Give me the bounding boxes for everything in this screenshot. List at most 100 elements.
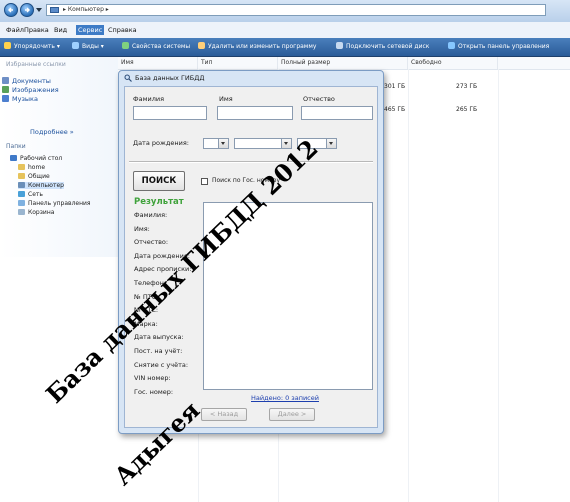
toolbar-button[interactable]: Открыть панель управления — [448, 42, 549, 52]
network-icon — [18, 191, 25, 197]
back-arrow-icon — [8, 7, 13, 13]
documents-icon — [2, 77, 9, 84]
result-field-label: Фамилия: — [134, 211, 168, 219]
tree-item[interactable]: Сеть — [18, 191, 43, 198]
address-bar-area: ▸ Компьютер ▸ — [0, 0, 570, 23]
address-path: ▸ Компьютер ▸ — [63, 6, 109, 13]
window-titlebar[interactable]: База данных ГИБДД — [119, 71, 383, 85]
result-field-label: Гос. номер: — [134, 387, 174, 396]
forward-button[interactable] — [20, 3, 34, 17]
drive-free-space: 273 ГБ — [456, 83, 478, 90]
column-header-free[interactable]: Свободно — [408, 57, 498, 69]
favorite-link[interactable]: Документы — [2, 77, 51, 85]
tree-item-label: Общие — [28, 173, 50, 180]
gibdd-database-window: База данных ГИБДД Фамилия Имя Отчество Д… — [118, 70, 384, 434]
prev-page-button[interactable]: < Назад — [201, 408, 247, 421]
favorite-link-label: Изображения — [12, 86, 59, 94]
drive-total-size: 465 ГБ — [384, 106, 406, 113]
result-field-label: Имя: — [134, 224, 150, 233]
pictures-icon — [2, 86, 9, 93]
control-panel-icon — [18, 200, 25, 206]
window-content: Фамилия Имя Отчество Дата рождения: ПОИС… — [124, 86, 378, 428]
column-header-row: Имя Тип Полный размер Свободно — [118, 57, 570, 70]
toolbar-button-label: Подключить сетевой диск — [346, 43, 430, 50]
toolbar-button-label: Удалить или изменить программу — [208, 43, 317, 50]
system-properties-icon — [122, 42, 129, 49]
name-label: Имя — [219, 95, 233, 103]
result-field-label: Дата выпуска: — [134, 333, 184, 342]
column-header-name[interactable]: Имя — [118, 57, 198, 69]
tree-item-label: Сеть — [28, 191, 43, 198]
more-link[interactable]: Подробнее » — [30, 128, 74, 136]
views-icon — [72, 42, 79, 49]
back-button[interactable] — [4, 3, 18, 17]
tree-item-label: Панель управления — [28, 200, 91, 207]
network-drive-icon — [336, 42, 343, 49]
history-dropdown-icon[interactable] — [36, 8, 42, 12]
computer-icon — [50, 7, 59, 13]
favorite-link[interactable]: Изображения — [2, 86, 59, 94]
control-panel-icon — [448, 42, 455, 49]
tree-item-label: Компьютер — [28, 182, 64, 189]
column-header-total[interactable]: Полный размер — [278, 57, 408, 69]
result-field-label: Отчество: — [134, 238, 169, 247]
menu-item[interactable]: Правка — [22, 25, 51, 35]
results-title: Результат — [134, 197, 184, 207]
column-divider — [498, 69, 499, 502]
divider — [129, 161, 373, 163]
folder-icon — [18, 164, 25, 170]
folders-header: Папки — [6, 143, 26, 150]
patronymic-label: Отчество — [303, 95, 335, 103]
chevron-down-icon — [218, 139, 228, 148]
plate-search-checkbox[interactable] — [201, 178, 208, 185]
uninstall-icon — [198, 42, 205, 49]
favorite-link-label: Музыка — [12, 95, 38, 103]
toolbar-button[interactable]: Упорядочить ▾ — [4, 42, 60, 52]
menu-item[interactable]: Вид — [52, 25, 69, 35]
folder-icon — [18, 173, 25, 179]
toolbar-button[interactable]: Виды ▾ — [72, 42, 104, 52]
found-count-link[interactable]: Найдено: 0 записей — [251, 394, 319, 402]
desktop-icon — [10, 155, 17, 161]
name-input[interactable] — [217, 106, 293, 120]
column-header-type[interactable]: Тип — [198, 57, 278, 69]
tree-item[interactable]: Рабочий стол — [10, 155, 62, 162]
toolbar-button[interactable]: Свойства системы — [122, 42, 190, 52]
toolbar-button-label: Свойства системы — [132, 43, 191, 50]
next-page-button[interactable]: Далее > — [269, 408, 315, 421]
toolbar-button-label: Открыть панель управления — [458, 43, 550, 50]
drive-total-size: 301 ГБ — [384, 83, 406, 90]
command-toolbar: Упорядочить ▾ Виды ▾ Свойства системы Удали… — [0, 38, 570, 57]
tree-item[interactable]: Общие — [18, 173, 50, 180]
favorite-link-label: Документы — [12, 77, 51, 85]
result-field-label: VIN номер: — [134, 374, 171, 383]
patronymic-input[interactable] — [301, 106, 373, 120]
favorite-link[interactable]: Музыка — [2, 95, 38, 103]
address-field[interactable]: ▸ Компьютер ▸ — [46, 4, 546, 16]
birth-month-select[interactable] — [234, 138, 292, 149]
search-button[interactable]: ПОИСК — [133, 171, 185, 191]
tree-item[interactable]: home — [18, 164, 45, 171]
music-icon — [2, 95, 9, 102]
surname-input[interactable] — [133, 106, 207, 120]
tree-item-label: Рабочий стол — [20, 155, 63, 162]
toolbar-button[interactable]: Удалить или изменить программу — [198, 42, 316, 52]
toolbar-button-label: Виды ▾ — [82, 43, 104, 50]
forward-arrow-icon — [25, 7, 30, 13]
computer-icon — [18, 182, 25, 188]
tree-item[interactable]: Корзина — [18, 209, 54, 216]
result-field-label: Пост. на учёт: — [134, 347, 183, 355]
toolbar-button-label: Упорядочить ▾ — [14, 43, 60, 50]
window-title: База данных ГИБДД — [135, 74, 205, 82]
tree-item[interactable]: Компьютер — [18, 182, 64, 189]
tree-item[interactable]: Панель управления — [18, 200, 91, 207]
favorites-header: Избранные ссылки — [6, 61, 66, 68]
drive-free-space: 265 ГБ — [456, 106, 478, 113]
birth-day-select[interactable] — [203, 138, 229, 149]
menu-item[interactable]: Справка — [106, 25, 139, 35]
toolbar-button[interactable]: Подключить сетевой диск — [336, 42, 429, 52]
recycle-bin-icon — [18, 209, 25, 215]
tree-item-label: home — [28, 164, 46, 171]
menu-item[interactable]: Сервис — [76, 25, 105, 35]
column-divider — [408, 69, 409, 502]
